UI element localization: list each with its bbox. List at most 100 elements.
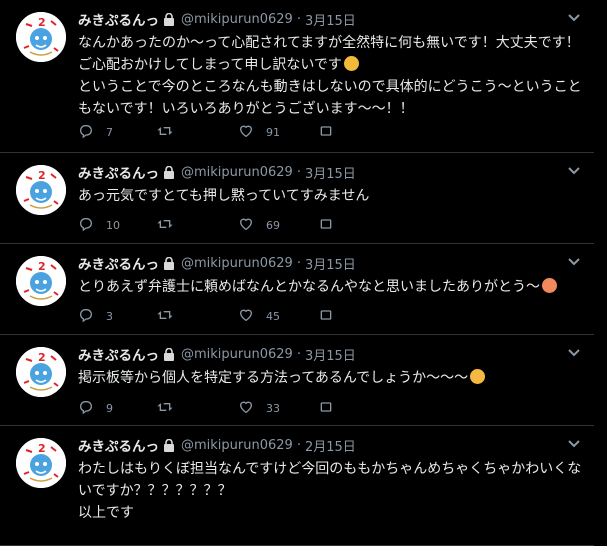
avatar[interactable]: 2	[16, 165, 66, 215]
reply-button[interactable]: 7	[78, 123, 113, 142]
tweet-text-line: ということで今のところなんも動きはしないので具体的にどうこう〜ということ	[78, 79, 582, 95]
share-icon	[318, 216, 346, 235]
user-handle[interactable]: @mikipurun0629	[181, 438, 293, 453]
like-button[interactable]: 91	[238, 123, 280, 142]
like-button[interactable]: 33	[238, 399, 280, 418]
tweet-text-line: とりあえず弁護士に頼めばなんとかなるんやなと思いましたありがとう〜	[78, 276, 580, 298]
tweet-text: あっ元気ですとても押し黙っていてすみません	[78, 185, 580, 207]
share-icon	[318, 307, 346, 326]
reply-button[interactable]: 9	[78, 399, 113, 418]
user-handle[interactable]: @mikipurun0629	[181, 347, 293, 362]
tweet-date[interactable]: 2月15日	[305, 436, 356, 455]
svg-text:2: 2	[38, 169, 46, 182]
heart-icon	[238, 307, 266, 326]
tweet[interactable]: 2 みきぷるんっ @mikipurun0629 · 3月15日 とりあえず弁護士…	[0, 244, 594, 335]
user-name[interactable]: みきぷるんっ	[78, 9, 159, 29]
chevron-down-icon[interactable]	[566, 436, 582, 452]
chevron-down-icon[interactable]	[566, 254, 582, 270]
separator: ·	[296, 164, 301, 180]
user-handle[interactable]: @mikipurun0629	[181, 256, 293, 271]
separator: ·	[296, 346, 301, 362]
tweet-date[interactable]: 3月15日	[305, 10, 356, 29]
tweet[interactable]: 2 みきぷるんっ @mikipurun0629 · 3月15日 掲示板等から個人…	[0, 335, 594, 426]
chevron-down-icon[interactable]	[566, 163, 582, 179]
chevron-down-icon[interactable]	[566, 345, 582, 361]
svg-text:2: 2	[38, 16, 46, 29]
like-count: 45	[266, 309, 280, 323]
lock-icon	[163, 12, 175, 26]
retweet-button[interactable]	[156, 307, 186, 326]
retweet-button[interactable]	[156, 123, 186, 142]
separator: ·	[296, 255, 301, 271]
share-icon	[318, 123, 346, 142]
tweet-date[interactable]: 3月15日	[305, 345, 356, 364]
svg-text:2: 2	[38, 442, 46, 455]
tweet-text-line: 掲示板等から個人を特定する方法ってあるんでしょうか〜〜〜	[78, 367, 580, 389]
avatar[interactable]: 2	[16, 438, 66, 488]
separator: ·	[296, 11, 301, 27]
reply-count: 9	[106, 401, 113, 415]
tweet-text: わたしはもりくぼ担当なんですけど今回のももかちゃんめちゃくちゃかわいくな いですか…	[78, 458, 582, 524]
user-name[interactable]: みきぷるんっ	[78, 435, 159, 455]
retweet-icon	[156, 216, 186, 235]
lock-icon	[163, 347, 175, 361]
tweet-header: みきぷるんっ @mikipurun0629 · 3月15日	[78, 162, 356, 183]
avatar[interactable]: 2	[16, 12, 66, 62]
avatar[interactable]: 2	[16, 256, 66, 306]
like-button[interactable]: 45	[238, 307, 280, 326]
heart-icon	[238, 216, 266, 235]
tweet-text-line: いですか？？？？？？？	[78, 483, 232, 499]
share-button[interactable]	[318, 307, 346, 326]
user-name[interactable]: みきぷるんっ	[78, 253, 159, 273]
chevron-down-icon[interactable]	[566, 10, 582, 26]
user-handle[interactable]: @mikipurun0629	[181, 12, 293, 27]
crying-face-emoji	[343, 56, 359, 71]
tweet-text-line: なんかあったのか〜って心配されてますが全然特に何も無いです！大丈夫です！	[78, 35, 580, 51]
lock-icon	[163, 438, 175, 452]
avatar[interactable]: 2	[16, 347, 66, 397]
tweet-header: みきぷるんっ @mikipurun0629 · 3月15日	[78, 9, 356, 30]
tweet-text-line: 以上です	[78, 505, 134, 521]
smiling-face-emoji	[542, 278, 557, 293]
reply-icon	[78, 123, 106, 142]
reply-count: 10	[106, 218, 120, 232]
svg-text:2: 2	[38, 260, 46, 273]
tweet[interactable]: 2 みきぷるんっ @mikipurun0629 · 2月15日 わたしはもりくぼ…	[0, 426, 594, 546]
thinking-face-emoji	[470, 369, 486, 384]
user-name[interactable]: みきぷるんっ	[78, 344, 159, 364]
tweet[interactable]: 2 みきぷるんっ @mikipurun0629 · 3月15日 あっ元気ですとて…	[0, 153, 594, 244]
retweet-icon	[156, 307, 186, 326]
like-button[interactable]: 69	[238, 216, 280, 235]
retweet-icon	[156, 399, 186, 418]
share-button[interactable]	[318, 123, 346, 142]
tweet-header: みきぷるんっ @mikipurun0629 · 3月15日	[78, 253, 356, 274]
like-count: 69	[266, 218, 280, 232]
tweet-text-line: わたしはもりくぼ担当なんですけど今回のももかちゃんめちゃくちゃかわいくな	[78, 461, 582, 477]
reply-icon	[78, 399, 106, 418]
tweet-date[interactable]: 3月15日	[305, 163, 356, 182]
tweet-date[interactable]: 3月15日	[305, 254, 356, 273]
tweet-text-line: あっ元気ですとても押し黙っていてすみません	[78, 188, 370, 204]
share-icon	[318, 399, 346, 418]
user-handle[interactable]: @mikipurun0629	[181, 165, 293, 180]
reply-button[interactable]: 10	[78, 216, 120, 235]
separator: ·	[296, 437, 301, 453]
tweet-header: みきぷるんっ @mikipurun0629 · 2月15日	[78, 435, 356, 456]
user-name[interactable]: みきぷるんっ	[78, 162, 159, 182]
tweet-header: みきぷるんっ @mikipurun0629 · 3月15日	[78, 344, 356, 365]
reply-icon	[78, 307, 106, 326]
reply-count: 3	[106, 309, 113, 323]
like-count: 91	[266, 125, 280, 139]
scrollbar[interactable]	[594, 0, 607, 535]
retweet-button[interactable]	[156, 216, 186, 235]
reply-icon	[78, 216, 106, 235]
retweet-button[interactable]	[156, 399, 186, 418]
retweet-icon	[156, 123, 186, 142]
reply-count: 7	[106, 125, 113, 139]
heart-icon	[238, 123, 266, 142]
tweet[interactable]: 2 みきぷるんっ @mikipurun0629 · 3月15日 なんかあったのか…	[0, 0, 594, 153]
tweet-text-line: もないです！いろいろありがとうございます〜〜！！	[78, 101, 414, 117]
reply-button[interactable]: 3	[78, 307, 113, 326]
share-button[interactable]	[318, 216, 346, 235]
share-button[interactable]	[318, 399, 346, 418]
